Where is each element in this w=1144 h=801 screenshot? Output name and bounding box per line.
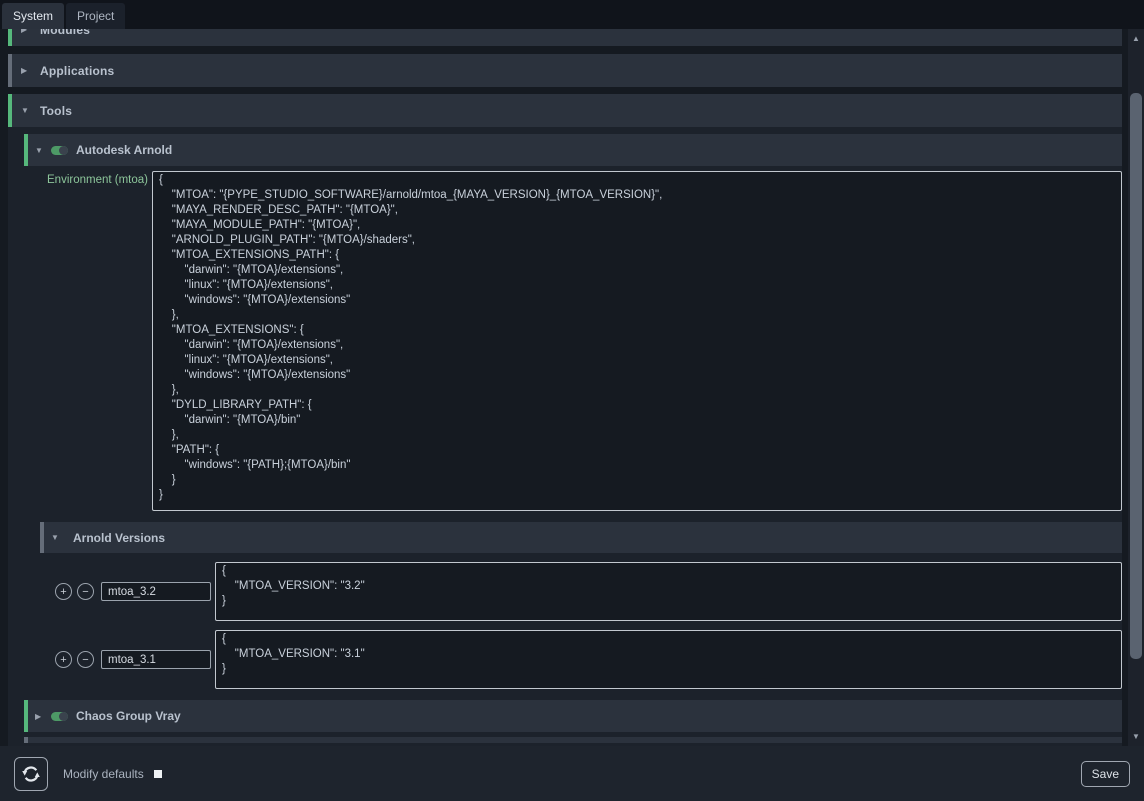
scroll-up-icon[interactable]: ▲ (1128, 31, 1144, 46)
section-header-autodesk-arnold[interactable]: ▼ Autodesk Arnold (24, 134, 1122, 166)
scrollbar-thumb[interactable] (1130, 93, 1142, 659)
section-title: Tools (40, 104, 72, 118)
section-header-arnold-versions[interactable]: ▼ Arnold Versions (40, 522, 1122, 553)
section-header-partial[interactable] (24, 737, 1122, 743)
section-header-modules[interactable]: ▶ Modules (8, 29, 1122, 46)
main-area: ▶ Modules ▶ Applications ▼ Tools ▼ Autod… (0, 29, 1144, 746)
enabled-toggle[interactable] (51, 146, 68, 155)
scroll-down-icon[interactable]: ▼ (1128, 729, 1144, 744)
footer-bar: Modify defaults Save (0, 746, 1144, 801)
remove-version-button[interactable]: − (77, 583, 94, 600)
version-row: + − { "MTOA_VERSION": "3.2" } (24, 562, 1122, 621)
add-version-button[interactable]: + (55, 583, 72, 600)
refresh-icon (21, 764, 41, 784)
version-row: + − { "MTOA_VERSION": "3.1" } (24, 630, 1122, 689)
chevron-down-icon: ▼ (35, 146, 49, 155)
section-title: Arnold Versions (73, 531, 165, 545)
tab-project[interactable]: Project (66, 3, 125, 29)
environment-label: Environment (mtoa) (24, 171, 148, 511)
chevron-down-icon: ▼ (51, 533, 65, 542)
settings-window: System Project ▶ Modules ▶ Applications … (0, 0, 1144, 801)
version-json-editor[interactable]: { "MTOA_VERSION": "3.2" } (215, 562, 1122, 621)
enabled-toggle[interactable] (51, 712, 68, 721)
chevron-right-icon: ▶ (21, 66, 35, 75)
section-title: Chaos Group Vray (76, 709, 181, 723)
section-title: Applications (40, 64, 114, 78)
chevron-right-icon: ▶ (21, 29, 35, 34)
tools-panel: ▼ Autodesk Arnold Environment (mtoa) { "… (8, 127, 1122, 746)
clipped-next-section (24, 737, 1122, 743)
remove-version-button[interactable]: − (77, 651, 94, 668)
tab-bar: System Project (0, 0, 1144, 29)
refresh-button[interactable] (14, 757, 48, 791)
add-version-button[interactable]: + (55, 651, 72, 668)
section-title: Autodesk Arnold (76, 143, 172, 157)
save-button[interactable]: Save (1081, 761, 1130, 787)
section-header-chaos-group-vray[interactable]: ▶ Chaos Group Vray (24, 700, 1122, 732)
modify-defaults-label: Modify defaults (63, 767, 144, 781)
version-name-input[interactable] (101, 582, 211, 601)
modify-defaults-checkbox[interactable] (154, 770, 162, 778)
environment-json-editor[interactable]: { "MTOA": "{PYPE_STUDIO_SOFTWARE}/arnold… (152, 171, 1122, 511)
chevron-right-icon: ▶ (35, 712, 49, 721)
chevron-down-icon: ▼ (21, 106, 35, 115)
section-header-tools[interactable]: ▼ Tools (8, 94, 1122, 127)
section-title: Modules (40, 29, 90, 37)
tab-system[interactable]: System (2, 3, 64, 29)
settings-scroll-area: ▶ Modules ▶ Applications ▼ Tools ▼ Autod… (0, 29, 1128, 746)
environment-row: Environment (mtoa) { "MTOA": "{PYPE_STUD… (24, 171, 1122, 511)
vertical-scrollbar[interactable]: ▲ ▼ (1128, 29, 1144, 746)
version-name-input[interactable] (101, 650, 211, 669)
section-header-applications[interactable]: ▶ Applications (8, 54, 1122, 87)
version-json-editor[interactable]: { "MTOA_VERSION": "3.1" } (215, 630, 1122, 689)
